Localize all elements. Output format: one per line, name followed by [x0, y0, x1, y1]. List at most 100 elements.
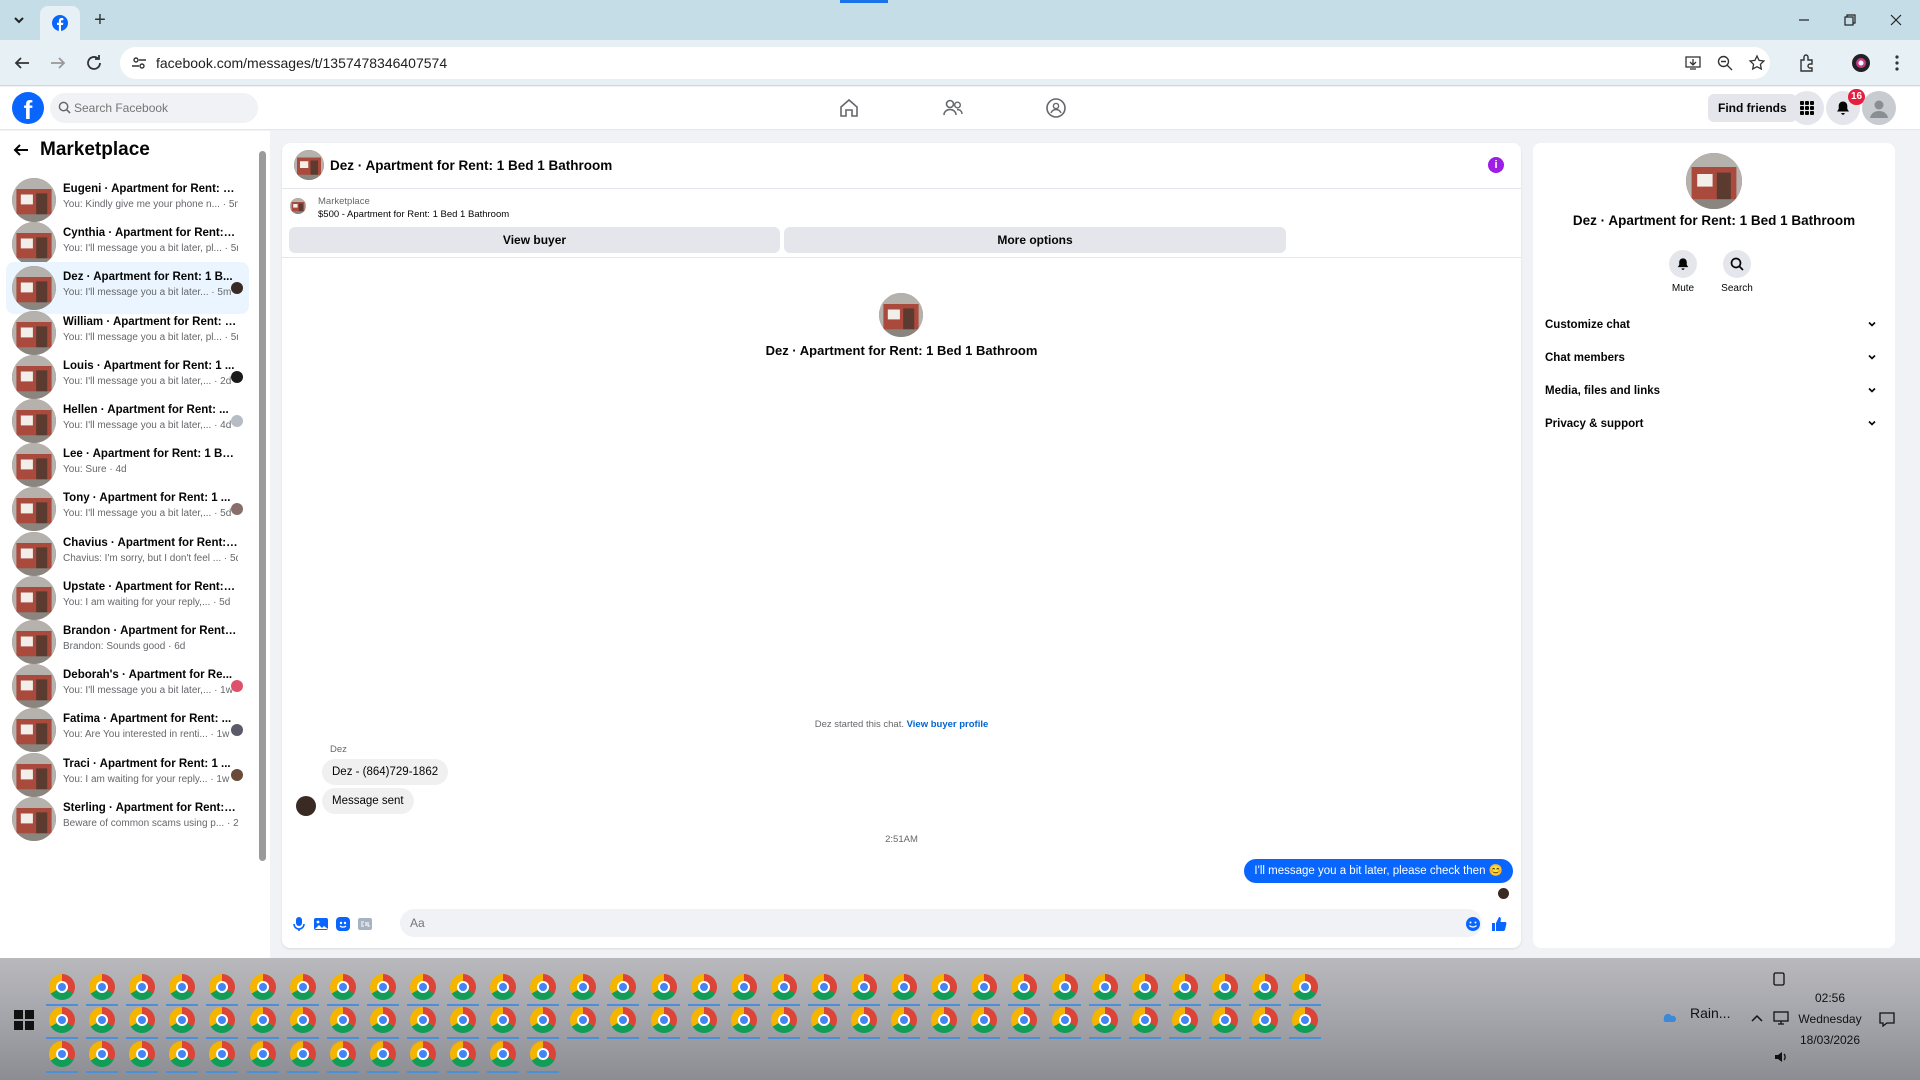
- taskbar-clock[interactable]: 02:56 Wednesday 18/03/2026: [1782, 988, 1878, 1051]
- chrome-taskbar-icon[interactable]: [570, 1007, 597, 1033]
- view-buyer-button[interactable]: View buyer: [289, 227, 780, 253]
- chat-listing-thumbnail[interactable]: [294, 150, 324, 180]
- restore-button[interactable]: [1838, 8, 1862, 32]
- chat-title[interactable]: Dez · Apartment for Rent: 1 Bed 1 Bathro…: [330, 158, 612, 173]
- chrome-taskbar-icon[interactable]: [209, 1041, 236, 1067]
- chrome-taskbar-icon[interactable]: [1131, 974, 1158, 1000]
- chrome-taskbar-icon[interactable]: [89, 1007, 116, 1033]
- browser-tab-facebook[interactable]: [40, 6, 80, 40]
- profile-icon[interactable]: [1850, 52, 1872, 74]
- outgoing-message[interactable]: I'll message you a bit later, please che…: [1244, 859, 1513, 883]
- chrome-taskbar-icon[interactable]: [931, 974, 958, 1000]
- chrome-taskbar-icon[interactable]: [690, 974, 717, 1000]
- incoming-message[interactable]: Message sent: [322, 788, 414, 814]
- chrome-taskbar-icon[interactable]: [129, 974, 156, 1000]
- message-input[interactable]: [400, 909, 1482, 937]
- chrome-taskbar-icon[interactable]: [289, 1041, 316, 1067]
- chrome-taskbar-icon[interactable]: [49, 1007, 75, 1033]
- chrome-taskbar-icon[interactable]: [530, 974, 557, 1000]
- chrome-taskbar-icon[interactable]: [810, 974, 837, 1000]
- chrome-taskbar-icon[interactable]: [450, 1007, 476, 1033]
- chrome-taskbar-icon[interactable]: [770, 974, 797, 1000]
- chrome-taskbar-icon[interactable]: [1131, 1007, 1158, 1033]
- address-bar[interactable]: facebook.com/messages/t/1357478346407574: [120, 47, 1770, 79]
- chrome-taskbar-icon[interactable]: [49, 1041, 75, 1067]
- chrome-taskbar-icon[interactable]: [650, 974, 677, 1000]
- chrome-taskbar-icon[interactable]: [730, 974, 757, 1000]
- extensions-icon[interactable]: [1796, 52, 1818, 74]
- microphone-icon[interactable]: [290, 915, 308, 933]
- chrome-taskbar-icon[interactable]: [249, 974, 276, 1000]
- chrome-taskbar-icon[interactable]: [1051, 1007, 1078, 1033]
- photo-icon[interactable]: [312, 915, 330, 933]
- install-app-icon[interactable]: [1684, 54, 1702, 72]
- chrome-taskbar-icon[interactable]: [49, 974, 75, 1000]
- chrome-taskbar-icon[interactable]: [369, 974, 396, 1000]
- new-tab-button[interactable]: +: [88, 8, 112, 32]
- incoming-message[interactable]: Dez - (864)729-1862: [322, 759, 449, 785]
- zoom-icon[interactable]: [1716, 54, 1734, 72]
- windows-start-icon[interactable]: [14, 1010, 34, 1030]
- chrome-taskbar-icon[interactable]: [1292, 974, 1319, 1000]
- chrome-taskbar-icon[interactable]: [851, 974, 877, 1000]
- chrome-taskbar-icon[interactable]: [249, 1041, 276, 1067]
- customize-chat-section[interactable]: Customize chat: [1545, 313, 1885, 341]
- chrome-taskbar-icon[interactable]: [369, 1007, 396, 1033]
- chrome-taskbar-icon[interactable]: [1252, 974, 1278, 1000]
- chrome-taskbar-icon[interactable]: [1091, 1007, 1118, 1033]
- chrome-taskbar-icon[interactable]: [169, 1007, 196, 1033]
- chrome-taskbar-icon[interactable]: [610, 974, 637, 1000]
- facebook-search-box[interactable]: [50, 93, 258, 123]
- chrome-taskbar-icon[interactable]: [409, 1007, 436, 1033]
- close-window-button[interactable]: [1884, 8, 1908, 32]
- forward-button[interactable]: [46, 51, 70, 75]
- notification-center-icon[interactable]: [1878, 1010, 1896, 1028]
- chrome-taskbar-icon[interactable]: [770, 1007, 797, 1033]
- chrome-taskbar-icon[interactable]: [931, 1007, 958, 1033]
- chrome-taskbar-icon[interactable]: [409, 1041, 436, 1067]
- more-options-button[interactable]: More options: [784, 227, 1286, 253]
- search-in-conversation-button[interactable]: Search: [1712, 250, 1762, 294]
- weather-text[interactable]: Rain...: [1690, 1005, 1730, 1021]
- chrome-taskbar-icon[interactable]: [490, 1041, 517, 1067]
- conversation-item[interactable]: Sterling · Apartment for Rent: 1 ... Bewa…: [6, 793, 249, 845]
- groups-icon[interactable]: [1045, 97, 1067, 119]
- chrome-taskbar-icon[interactable]: [209, 1007, 236, 1033]
- chevron-up-icon[interactable]: [1748, 1010, 1766, 1028]
- url-text[interactable]: facebook.com/messages/t/1357478346407574: [156, 55, 447, 71]
- chrome-taskbar-icon[interactable]: [1252, 1007, 1278, 1033]
- weather-icon[interactable]: [1660, 1008, 1678, 1026]
- chrome-taskbar-icon[interactable]: [169, 1041, 196, 1067]
- chrome-taskbar-icon[interactable]: [971, 1007, 998, 1033]
- mute-button[interactable]: Mute: [1658, 250, 1708, 294]
- facebook-logo-icon[interactable]: f: [12, 92, 44, 125]
- menu-button[interactable]: [1790, 91, 1824, 125]
- view-buyer-profile-link[interactable]: View buyer profile: [907, 719, 989, 730]
- chrome-taskbar-icon[interactable]: [490, 974, 517, 1000]
- thumbs-up-icon[interactable]: [1490, 915, 1508, 933]
- chrome-taskbar-icon[interactable]: [249, 1007, 276, 1033]
- chrome-taskbar-icon[interactable]: [810, 1007, 837, 1033]
- chrome-taskbar-icon[interactable]: [169, 974, 196, 1000]
- chrome-taskbar-icon[interactable]: [971, 974, 998, 1000]
- media-files-links-section[interactable]: Media, files and links: [1545, 379, 1885, 407]
- chrome-taskbar-icon[interactable]: [369, 1041, 396, 1067]
- home-icon[interactable]: [838, 97, 860, 119]
- find-friends-button[interactable]: Find friends: [1708, 94, 1797, 122]
- account-avatar-button[interactable]: [1862, 91, 1896, 125]
- conversation-list-scrollbar[interactable]: [259, 139, 266, 949]
- chrome-taskbar-icon[interactable]: [1292, 1007, 1319, 1033]
- minimize-button[interactable]: [1792, 8, 1816, 32]
- conversation-info-icon[interactable]: i: [1488, 157, 1504, 173]
- chrome-taskbar-icon[interactable]: [329, 974, 356, 1000]
- chrome-taskbar-icon[interactable]: [490, 1007, 517, 1033]
- gif-icon[interactable]: [356, 915, 374, 933]
- privacy-support-section[interactable]: Privacy & support: [1545, 412, 1885, 440]
- chrome-taskbar-icon[interactable]: [690, 1007, 717, 1033]
- reload-button[interactable]: [82, 51, 106, 75]
- chrome-taskbar-icon[interactable]: [1211, 974, 1238, 1000]
- chrome-taskbar-icon[interactable]: [409, 974, 436, 1000]
- chrome-taskbar-icon[interactable]: [530, 1041, 557, 1067]
- chrome-taskbar-icon[interactable]: [610, 1007, 637, 1033]
- browser-menu-icon[interactable]: [1886, 52, 1908, 74]
